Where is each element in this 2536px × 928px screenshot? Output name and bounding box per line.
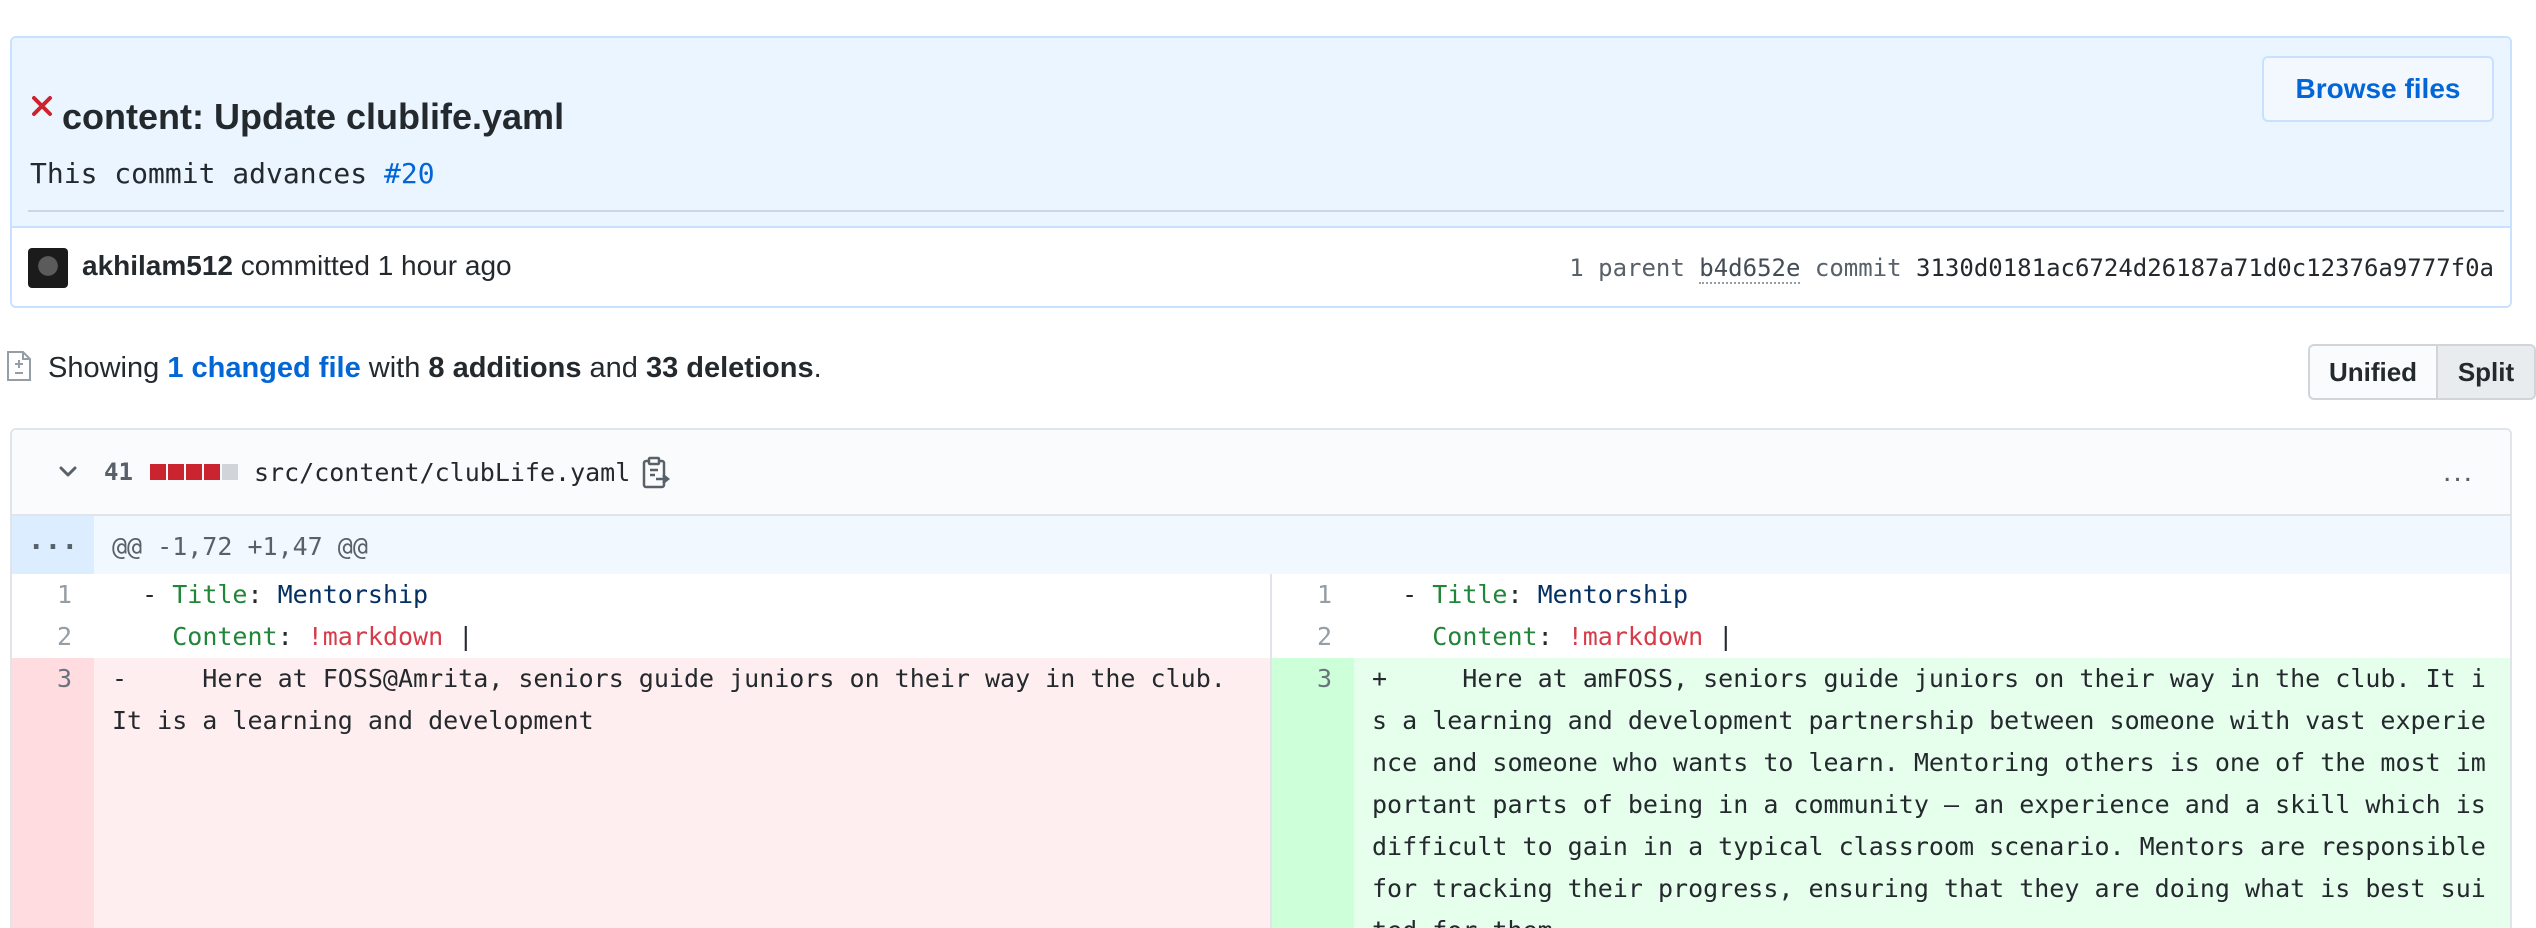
diffstat-block [204, 464, 220, 480]
line-number[interactable]: 1 [1272, 574, 1354, 616]
line-number[interactable]: 3 [12, 658, 94, 928]
code-line: - Title: Mentorship [1372, 574, 2498, 616]
issue-link[interactable]: #20 [384, 157, 435, 190]
file-header: 41 src/content/clubLife.yaml ... [12, 430, 2510, 516]
hunk-header: ... @@ -1,72 +1,47 @@ [12, 516, 2510, 574]
diffstat-count: 41 [104, 458, 133, 486]
commit-description: This commit advances #20 [30, 157, 435, 190]
diffstat-block [222, 464, 238, 480]
unified-button[interactable]: Unified [2308, 344, 2438, 400]
diff-left-pane: 1 - Title: Mentorship 2 Content: !markdo… [12, 574, 1272, 928]
line-number[interactable]: 2 [1272, 616, 1354, 658]
x-icon[interactable] [28, 92, 56, 120]
line-number[interactable]: 3 [1272, 658, 1354, 928]
line-number[interactable]: 2 [12, 616, 94, 658]
yaml-value: Mentorship [1537, 580, 1689, 609]
code-line: Content: !markdown | [1372, 616, 2498, 658]
yaml-key: Content [1432, 622, 1538, 651]
kebab-horizontal-icon[interactable]: ... [2443, 457, 2474, 487]
commit-time: committed 1 hour ago [233, 250, 512, 281]
yaml-tag: !markdown [1567, 622, 1704, 651]
code-line: - Title: Mentorship [112, 574, 1254, 616]
clipboard-icon[interactable] [640, 456, 670, 490]
diff-row: 1 - Title: Mentorship [1272, 574, 2510, 616]
diff-file: 41 src/content/clubLife.yaml ... ... @@ … [10, 428, 2512, 928]
parent-label: 1 parent [1569, 254, 1700, 282]
diff-summary: Showing 1 changed file with 8 additions … [48, 352, 822, 385]
yaml-tag: !markdown [307, 622, 444, 651]
commit-header: content: Update clublife.yaml This commi… [12, 38, 2510, 228]
code-line: + Here at amFOSS, seniors guide juniors … [1372, 664, 2486, 928]
yaml-sep: : [247, 580, 278, 609]
chevron-down-icon[interactable] [56, 460, 80, 484]
commit-shas: 1 parent b4d652e commit 3130d0181ac6724d… [1569, 254, 2494, 284]
yaml-sep: : [277, 622, 308, 651]
changed-files-link[interactable]: 1 changed file [167, 352, 360, 384]
summary-period: . [813, 352, 822, 384]
yaml-key: Title [1432, 580, 1508, 609]
yaml-dash: - [142, 580, 173, 609]
diffstat-block [186, 464, 202, 480]
file-path[interactable]: src/content/clubLife.yaml [254, 458, 630, 487]
diff-row: 1 - Title: Mentorship [12, 574, 1270, 616]
diffstat-block [150, 464, 166, 480]
hunk-range: @@ -1,72 +1,47 @@ [112, 532, 368, 561]
summary-showing: Showing [48, 352, 168, 384]
deletions-count: 33 deletions [645, 352, 814, 384]
author-link[interactable]: akhilam512 [82, 250, 233, 281]
commit-meta: akhilam512 committed 1 hour ago 1 parent… [12, 228, 2510, 306]
split-button[interactable]: Split [2438, 344, 2536, 400]
browse-files-button[interactable]: Browse files [2262, 56, 2494, 122]
summary-with: with [360, 352, 429, 384]
yaml-sep: : [1537, 622, 1568, 651]
diff-row: 2 Content: !markdown | [12, 616, 1270, 658]
yaml-key: Content [172, 622, 278, 651]
commit-sha: 3130d0181ac6724d26187a71d0c12376a9777f0a [1916, 254, 2494, 282]
commit-title: content: Update clublife.yaml [62, 96, 565, 137]
diff-row-deleted: 3 - Here at FOSS@Amrita, seniors guide j… [12, 658, 1270, 928]
avatar[interactable] [28, 248, 68, 288]
line-number[interactable]: 1 [12, 574, 94, 616]
diffstat-bar [150, 464, 238, 480]
divider [28, 210, 2504, 212]
summary-and: and [581, 352, 646, 384]
diff-row: 2 Content: !markdown | [1272, 616, 2510, 658]
code-line: - Here at FOSS@Amrita, seniors guide jun… [112, 664, 1241, 735]
additions-count: 8 additions [428, 352, 582, 384]
commit-desc-prefix: This commit advances [30, 157, 385, 190]
author-line: akhilam512 committed 1 hour ago [82, 250, 512, 282]
diff-row-added: 3 + Here at amFOSS, seniors guide junior… [1272, 658, 2510, 928]
file-diff-icon [7, 351, 31, 381]
yaml-pipe: | [1703, 622, 1734, 651]
commit-label: commit [1814, 254, 1917, 282]
diff-view-toggle: Unified Split [2308, 344, 2536, 400]
yaml-pipe: | [443, 622, 474, 651]
parent-sha-link[interactable]: b4d652e [1699, 254, 1801, 284]
diffstat-block [168, 464, 184, 480]
yaml-sep: : [1507, 580, 1538, 609]
code-line: Content: !markdown | [112, 616, 1254, 658]
yaml-dash: - [1402, 580, 1433, 609]
yaml-key: Title [172, 580, 248, 609]
diff-right-pane: 1 - Title: Mentorship 2 Content: !markdo… [1272, 574, 2510, 928]
expand-hunk-button[interactable]: ... [12, 516, 94, 574]
yaml-value: Mentorship [277, 580, 429, 609]
commit-box: content: Update clublife.yaml This commi… [10, 36, 2512, 308]
